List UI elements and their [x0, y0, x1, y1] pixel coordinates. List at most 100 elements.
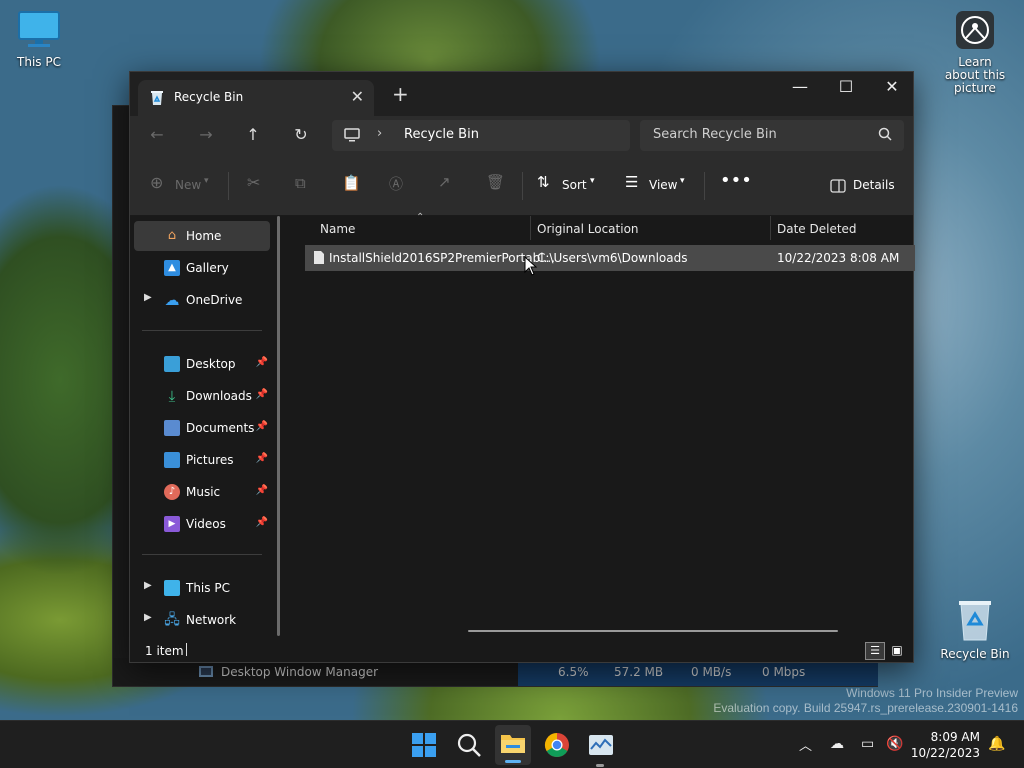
details-view-icon[interactable]: ☰ [865, 642, 885, 660]
forward-button[interactable]: → [194, 125, 218, 144]
tiles-view-icon[interactable]: ▣ [887, 642, 907, 660]
up-button[interactable]: ↑ [241, 125, 265, 144]
chevron-right-icon[interactable]: › [377, 126, 382, 141]
process-cpu: 6.5% [558, 665, 589, 679]
file-explorer-window[interactable]: Recycle Bin ✕ + — ☐ ✕ ← → ↑ ↻ › Recycle … [129, 71, 915, 663]
taskbar-file-explorer-button[interactable] [495, 725, 531, 765]
sidebar-item-gallery[interactable]: ▲ Gallery [134, 253, 270, 283]
desktop-icon-label: Recycle Bin [940, 647, 1010, 661]
maximize-button[interactable]: ☐ [823, 77, 869, 96]
music-note-icon: ♪ [164, 484, 180, 500]
title-bar[interactable]: Recycle Bin ✕ + — ☐ ✕ [130, 72, 913, 116]
column-divider[interactable] [530, 216, 531, 240]
cut-icon[interactable]: ✂ [247, 173, 260, 192]
rename-icon[interactable]: Ⓐ [389, 174, 403, 194]
sidebar-item-onedrive[interactable]: ▶ ☁ OneDrive [134, 285, 270, 315]
pin-icon: 📌 [255, 389, 268, 400]
refresh-button[interactable]: ↻ [289, 125, 313, 144]
desktop-folder-icon [164, 356, 180, 372]
video-icon: ▶ [164, 516, 180, 532]
column-header-date-deleted[interactable]: Date Deleted [777, 222, 857, 236]
delete-icon[interactable]: 🗑 [486, 173, 505, 191]
new-tab-button[interactable]: + [392, 82, 409, 106]
speaker-muted-icon[interactable]: 🔇 [886, 736, 903, 752]
recycle-bin-icon [151, 91, 163, 105]
toolbar-divider [522, 172, 523, 200]
chevron-right-icon[interactable]: ▶ [144, 292, 152, 303]
chrome-icon[interactable] [543, 731, 571, 759]
search-icon[interactable] [455, 731, 483, 759]
process-disk: 0 MB/s [691, 665, 732, 679]
sidebar-item-label: Gallery [186, 261, 229, 275]
new-button[interactable]: New [175, 178, 201, 192]
close-window-button[interactable]: ✕ [869, 77, 915, 96]
sidebar-scrollbar[interactable] [277, 216, 280, 636]
paste-icon[interactable]: 📋 [342, 174, 361, 192]
sidebar-item-downloads[interactable]: ⤓ Downloads 📌 [134, 381, 270, 411]
address-field[interactable]: › Recycle Bin [332, 120, 630, 151]
more-options-icon[interactable]: ••• [720, 170, 752, 191]
sidebar-item-network[interactable]: ▶ 🖧 Network [134, 605, 270, 635]
file-original-location: C:\Users\vm6\Downloads [537, 251, 688, 265]
pin-icon: 📌 [255, 485, 268, 496]
recycle-bin-icon [959, 601, 991, 641]
copy-icon[interactable]: ⧉ [295, 174, 306, 192]
column-header-name[interactable]: Name [320, 222, 355, 236]
watermark-edition: Windows 11 Pro Insider Preview [846, 686, 1018, 700]
view-button[interactable]: View [649, 178, 677, 192]
chevron-right-icon[interactable]: ▶ [144, 612, 152, 623]
tab-title: Recycle Bin [174, 90, 244, 104]
display-icon[interactable]: ▭ [861, 736, 874, 752]
item-count: 1 item [145, 644, 184, 658]
chevron-right-icon[interactable]: ▶ [144, 580, 152, 591]
system-clock[interactable]: 8:09 AM 10/22/2023 [911, 729, 980, 761]
address-bar-row: ← → ↑ ↻ › Recycle Bin Search Recycle Bin [130, 116, 913, 156]
back-button[interactable]: ← [145, 125, 169, 144]
sort-ascending-icon: ⌃ [416, 212, 425, 223]
minimize-button[interactable]: — [777, 77, 823, 96]
desktop-icon-recycle-bin[interactable]: Recycle Bin [940, 598, 1010, 661]
sidebar-item-videos[interactable]: ▶ Videos 📌 [134, 509, 270, 539]
sidebar-item-desktop[interactable]: Desktop 📌 [134, 349, 270, 379]
file-name: InstallShield2016SP2PremierPortabl... [329, 251, 555, 265]
toolbar-divider [704, 172, 705, 200]
close-tab-icon[interactable]: ✕ [351, 87, 364, 106]
taskbar: ︿ ☁ ▭ 🔇 8:09 AM 10/22/2023 🔔 [0, 720, 1024, 768]
column-divider[interactable] [770, 216, 771, 240]
monitor-icon [18, 11, 60, 47]
search-placeholder: Search Recycle Bin [653, 127, 777, 142]
sidebar-item-home[interactable]: ⌂ Home [134, 221, 270, 251]
sidebar-item-this-pc[interactable]: ▶ This PC [134, 573, 270, 603]
chevron-down-icon: ▾ [590, 176, 595, 186]
details-button[interactable]: Details [853, 178, 895, 192]
task-manager-icon[interactable] [587, 731, 615, 759]
sidebar-item-music[interactable]: ♪ Music 📌 [134, 477, 270, 507]
start-windows-icon[interactable] [410, 731, 438, 759]
desktop-icon-learn-about-picture[interactable]: Learn about this picture [940, 10, 1010, 95]
navigation-pane: ⌂ Home ▲ Gallery ▶ ☁ OneDrive Desktop 📌 … [130, 216, 282, 636]
onedrive-status-icon[interactable]: ☁ [830, 736, 844, 752]
document-icon [164, 420, 180, 436]
clock-date: 10/22/2023 [910, 746, 980, 760]
notification-bell-icon[interactable]: 🔔 [988, 736, 1005, 752]
new-plus-icon: ⊕ [150, 173, 164, 192]
command-bar: ⊕ New ▾ ✂ ⧉ 📋 Ⓐ ↗ 🗑 ⇅ Sort ▾ ☰ View ▾ ••… [130, 156, 913, 216]
download-arrow-icon: ⤓ [168, 387, 176, 405]
column-header-original-location[interactable]: Original Location [537, 222, 639, 236]
sort-button[interactable]: Sort [562, 178, 587, 192]
chevron-up-icon[interactable]: ︿ [799, 735, 812, 754]
search-input[interactable]: Search Recycle Bin [640, 120, 904, 151]
folder-icon [501, 735, 525, 753]
horizontal-scrollbar[interactable] [468, 630, 838, 632]
sidebar-item-documents[interactable]: Documents 📌 [134, 413, 270, 443]
table-row[interactable]: InstallShield2016SP2PremierPortabl... C:… [305, 245, 915, 271]
breadcrumb-recycle-bin[interactable]: Recycle Bin [404, 127, 479, 142]
sidebar-divider [142, 330, 262, 331]
share-icon[interactable]: ↗ [438, 173, 451, 191]
sidebar-item-label: This PC [186, 581, 230, 595]
process-network: 0 Mbps [762, 665, 806, 679]
desktop-icon-label: Learn about this picture [944, 55, 1006, 95]
desktop-icon-this-pc[interactable]: This PC [4, 10, 74, 69]
sidebar-item-pictures[interactable]: Pictures 📌 [134, 445, 270, 475]
tab-recycle-bin[interactable]: Recycle Bin ✕ [138, 80, 374, 116]
